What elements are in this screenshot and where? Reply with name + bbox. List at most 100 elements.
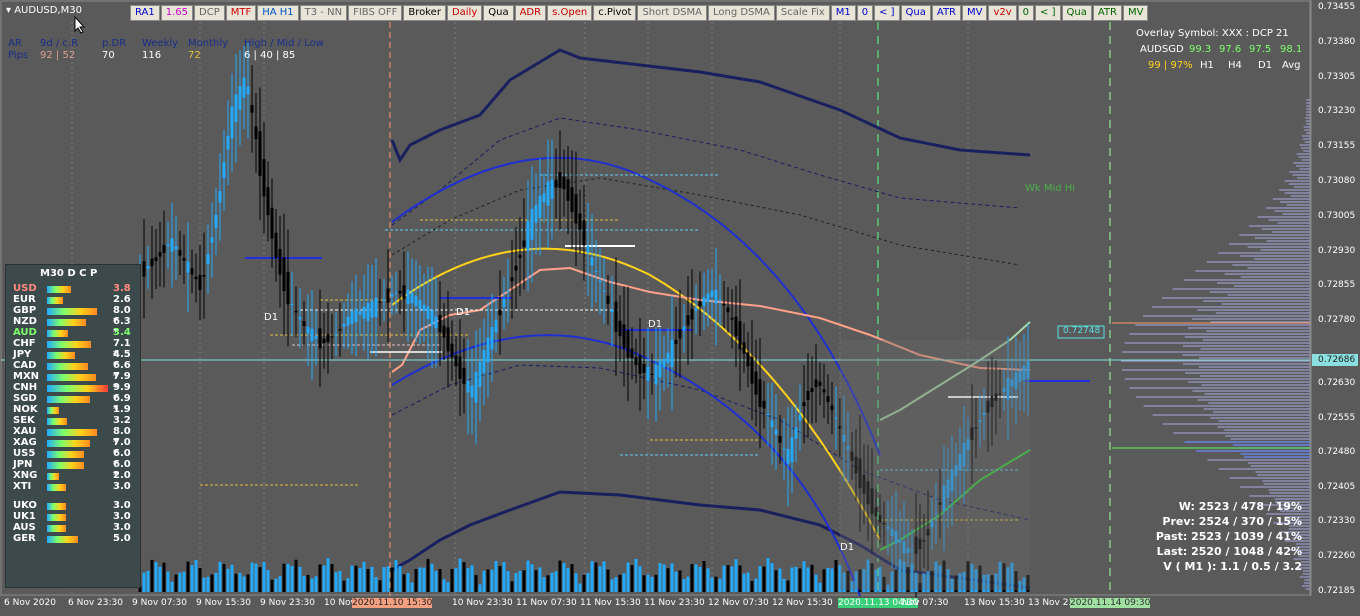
price-tick: 0.72405	[1318, 481, 1356, 492]
volume-bar	[406, 572, 410, 592]
toolbar-button-0[interactable]: 0	[856, 5, 874, 21]
toolbar-button-atr[interactable]: ATR	[1092, 5, 1122, 21]
toolbar-button-mv[interactable]: MV	[962, 5, 988, 21]
wk-mid-hi-label: Wk Mid Hi	[1025, 183, 1076, 194]
volume-bar	[582, 574, 586, 592]
toolbar-button-[interactable]: < ]	[1035, 5, 1061, 21]
toolbar-button-v2v[interactable]: v2v	[988, 5, 1017, 21]
candle-body	[506, 290, 510, 292]
volume-bar	[274, 578, 278, 592]
toolbar-button-c-pivot[interactable]: c.Pivot	[593, 5, 637, 21]
toolbar-button-qua[interactable]: Qua	[1061, 5, 1092, 21]
candle-body	[426, 306, 430, 320]
toolbar-button-1-65[interactable]: 1.65	[160, 5, 194, 21]
price-marker: 0.72748	[1063, 326, 1101, 336]
volume-bar	[490, 569, 494, 592]
volume-bar	[350, 565, 354, 592]
toolbar-button-fibs-off[interactable]: FIBS OFF	[348, 5, 403, 21]
volume-bar	[654, 574, 658, 592]
candle-body	[254, 126, 258, 140]
volume-bar	[474, 575, 478, 592]
panel-title: M30 D C P	[40, 268, 98, 279]
time-tick: 13 Nov 23	[1028, 598, 1075, 608]
time-tick: 10 Nov 23:30	[452, 598, 513, 608]
volume-bar	[374, 577, 378, 592]
volume-bar	[822, 569, 826, 592]
toolbar-button-daily[interactable]: Daily	[446, 5, 483, 21]
volume-bar	[378, 580, 382, 592]
volume-bar	[278, 576, 282, 592]
currency-value: 3.0	[113, 522, 131, 533]
toolbar-button-atr[interactable]: ATR	[931, 5, 961, 21]
volume-bar	[206, 576, 210, 592]
candle-body	[686, 315, 690, 326]
toolbar-button-broker[interactable]: Broker	[403, 5, 446, 21]
candle-body	[786, 448, 790, 464]
stat-past: Past: 2523 / 1039 / 41%	[1155, 530, 1302, 543]
candle-body	[486, 337, 490, 363]
volume-bar	[706, 568, 710, 592]
price-tick: 0.72260	[1318, 551, 1356, 561]
candle-body	[346, 316, 350, 326]
toolbar-button-mv[interactable]: MV	[1122, 5, 1149, 21]
candle-body	[278, 249, 282, 275]
price-tick: 0.73005	[1318, 210, 1356, 221]
volume-bar	[418, 567, 422, 592]
toolbar-button-dcp[interactable]: DCP	[194, 5, 225, 21]
candle-body	[730, 317, 734, 320]
candle-body	[802, 402, 806, 407]
candle-body	[142, 261, 146, 277]
strength-bar	[47, 536, 78, 543]
volume-bar	[710, 577, 714, 592]
volume-bar	[162, 562, 166, 592]
time-tick: Nov 07:30	[902, 598, 949, 608]
toolbar-button-mtf[interactable]: MTF	[225, 5, 257, 21]
candle-body	[530, 208, 534, 240]
volume-bar	[250, 562, 254, 592]
candle-body	[738, 320, 742, 350]
toolbar-button-t3-nn[interactable]: T3 - NN	[299, 5, 348, 21]
candle-body	[550, 179, 554, 200]
toolbar-button-ha-h1[interactable]: HA H1	[257, 5, 299, 21]
strength-bar	[47, 352, 75, 359]
toolbar-button-adr[interactable]: ADR	[514, 5, 547, 21]
candle-body	[826, 396, 830, 403]
candle-body	[246, 86, 250, 95]
candle-body	[658, 360, 662, 378]
candle-body	[266, 187, 270, 216]
candle-body	[626, 330, 630, 358]
toolbar-button-scale-fix[interactable]: Scale Fix	[775, 5, 830, 21]
toolbar-button-[interactable]: < ]	[874, 5, 900, 21]
candle-body	[706, 293, 710, 302]
price-tick: 0.73455	[1318, 2, 1356, 12]
volume-bar	[246, 574, 250, 592]
candle-body	[590, 257, 594, 266]
volume-bar	[390, 567, 394, 592]
candle-body	[390, 294, 394, 297]
volume-bar	[834, 560, 838, 592]
volume-bar	[286, 563, 290, 592]
candle-body	[810, 387, 814, 392]
toolbar-button-ra1[interactable]: RA1	[130, 5, 160, 21]
toolbar-button-m1[interactable]: M1	[830, 5, 856, 21]
toolbar-button-qua[interactable]: Qua	[483, 5, 514, 21]
volume-bar	[530, 564, 534, 592]
indicator-toolbar: RA1 1.65 DCP MTF HA H1 T3 - NN FIBS OFF Broker D…	[130, 5, 1149, 21]
volume-bar	[798, 568, 802, 592]
volume-bar	[754, 578, 758, 592]
volume-bar	[258, 567, 262, 592]
currency-value: 3.0	[113, 481, 131, 492]
candle-body	[270, 207, 274, 239]
d1-label: D1	[456, 307, 471, 318]
candle-body	[754, 371, 758, 395]
candle-body	[678, 329, 682, 339]
toolbar-button-qua[interactable]: Qua	[900, 5, 931, 21]
toolbar-button-short-dsma[interactable]: Short DSMA	[637, 5, 707, 21]
volume-bar	[174, 574, 178, 592]
volume-bar	[570, 564, 574, 592]
nine-day-value: 92 | 52	[40, 50, 76, 61]
toolbar-button-s-open[interactable]: s.Open	[547, 5, 593, 21]
toolbar-button-long-dsma[interactable]: Long DSMA	[707, 5, 775, 21]
toolbar-button-0[interactable]: 0	[1017, 5, 1035, 21]
volume-bar	[178, 572, 182, 592]
